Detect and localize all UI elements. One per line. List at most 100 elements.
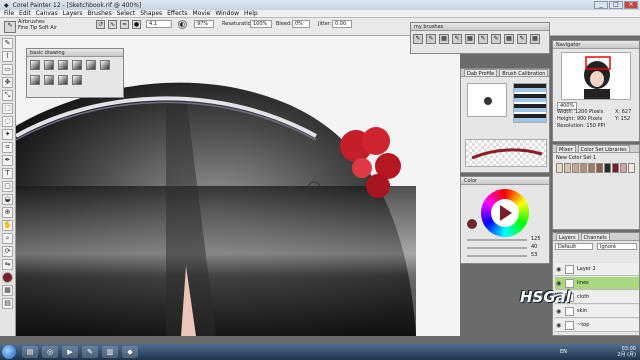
visibility-eye-icon[interactable]: ◉ xyxy=(556,319,561,332)
value-g[interactable]: 40 xyxy=(531,244,537,250)
magic-wand-icon[interactable]: ✦ xyxy=(2,129,13,140)
layer-row-layer-2[interactable]: ◉ Layer 2 xyxy=(555,263,639,276)
my-brush-10[interactable]: ▦ xyxy=(530,34,540,44)
rect-select-icon[interactable]: ⬚ xyxy=(2,103,13,114)
stroke-icon[interactable]: ∿ xyxy=(108,20,117,29)
cloner-icon[interactable]: ⊕ xyxy=(2,207,13,218)
my-brush-7[interactable]: ✎ xyxy=(491,34,501,44)
maximize-button[interactable]: □ xyxy=(609,1,623,9)
my-brush-6[interactable]: ✎ xyxy=(478,34,488,44)
mirror-icon[interactable]: ⇋ xyxy=(2,259,13,270)
menu-shapes[interactable]: Shapes xyxy=(140,10,162,17)
my-brush-9[interactable]: ✎ xyxy=(517,34,527,44)
menu-window[interactable]: Window xyxy=(215,10,239,17)
menu-select[interactable]: Select xyxy=(117,10,136,17)
value-r[interactable]: 125 xyxy=(531,236,541,242)
composite-method-select[interactable]: Default xyxy=(555,243,593,250)
brush-preset-4[interactable] xyxy=(72,60,82,70)
tab-brush-calibration[interactable]: Brush Calibration xyxy=(499,69,549,77)
text-tool-icon[interactable]: T xyxy=(2,168,13,179)
visibility-eye-icon[interactable]: ◉ xyxy=(556,305,561,318)
menu-brushes[interactable]: Brushes xyxy=(88,10,112,17)
my-brush-5[interactable]: ▦ xyxy=(465,34,475,44)
visibility-eye-icon[interactable]: ◉ xyxy=(556,263,561,276)
crop-tool-icon[interactable]: ⌗ xyxy=(2,142,13,153)
start-button[interactable] xyxy=(2,345,16,359)
brush-selector-icon[interactable]: ✎ xyxy=(4,21,16,33)
my-brush-8[interactable]: ▦ xyxy=(504,34,514,44)
bleed-field[interactable]: 0% xyxy=(292,20,310,28)
opacity-field[interactable]: 97% xyxy=(194,20,214,28)
painter-taskbar-icon[interactable]: ✎ xyxy=(82,346,98,358)
app-taskbar-icon[interactable]: ◆ xyxy=(122,346,138,358)
size-icon[interactable]: ● xyxy=(132,20,141,29)
color-swatch[interactable] xyxy=(556,163,563,173)
color-swatch[interactable] xyxy=(588,163,595,173)
menu-movie[interactable]: Movie xyxy=(193,10,211,17)
tab-channels[interactable]: Channels xyxy=(580,233,610,241)
my-brush-2[interactable]: ✎ xyxy=(426,34,436,44)
preserve-select[interactable]: Ignore xyxy=(597,243,637,250)
language-indicator[interactable]: EN xyxy=(560,349,567,355)
browser-taskbar-icon[interactable]: ◎ xyxy=(42,346,58,358)
menu-help[interactable]: Help xyxy=(244,10,258,17)
tab-color-set-libraries[interactable]: Color Set Libraries xyxy=(577,145,630,153)
transform-tool-icon[interactable]: ⤡ xyxy=(2,90,13,101)
color-swatch[interactable] xyxy=(612,163,619,173)
system-clock[interactable]: 03:00 2月 (月) xyxy=(617,346,636,358)
paint-bucket-icon[interactable]: ◒ xyxy=(2,194,13,205)
dropper-tool-icon[interactable]: ⌇ xyxy=(2,51,13,62)
tab-mixer[interactable]: Mixer xyxy=(556,145,576,153)
jitter-field[interactable]: 0.00 xyxy=(332,20,352,28)
color-swatch[interactable] xyxy=(628,163,635,173)
pattern-swatch-icon[interactable]: ▤ xyxy=(2,298,13,309)
brush-preset-6[interactable] xyxy=(100,60,110,70)
brush-preset-3[interactable] xyxy=(58,60,68,70)
grabber-icon[interactable]: ✋ xyxy=(2,220,13,231)
menu-file[interactable]: File xyxy=(4,10,14,17)
opacity-icon[interactable]: ◐ xyxy=(178,20,187,29)
resaturation-field[interactable]: 100% xyxy=(250,20,272,28)
pen-tool-icon[interactable]: ✒ xyxy=(2,155,13,166)
color-swatch[interactable] xyxy=(572,163,579,173)
main-color-swatch[interactable] xyxy=(467,219,477,229)
brush-preset-10[interactable] xyxy=(72,75,82,85)
paper-swatch-icon[interactable]: ▦ xyxy=(2,285,13,296)
brush-tool-icon[interactable]: ✎ xyxy=(2,38,13,49)
stroke-attributes-icon[interactable]: ≈ xyxy=(120,20,129,29)
color-swatch[interactable] xyxy=(564,163,571,173)
media-taskbar-icon[interactable]: ▶ xyxy=(62,346,78,358)
color-swatch[interactable] xyxy=(620,163,627,173)
slider-g[interactable] xyxy=(467,247,527,249)
magnifier-icon[interactable]: ⌕ xyxy=(2,233,13,244)
tab-dab-profile[interactable]: Dab Profile xyxy=(464,69,498,77)
brush-preset-5[interactable] xyxy=(86,60,96,70)
layer-row-top[interactable]: ◉ ~top xyxy=(555,319,639,332)
rotate-page-icon[interactable]: ⟳ xyxy=(2,246,13,257)
brush-preset-7[interactable] xyxy=(30,75,40,85)
brush-preset-9[interactable] xyxy=(58,75,68,85)
size-field[interactable]: 4.1 xyxy=(146,20,172,28)
color-swatch[interactable] xyxy=(604,163,611,173)
brush-preset-8[interactable] xyxy=(44,75,54,85)
brush-preset-2[interactable] xyxy=(44,60,54,70)
eraser-tool-icon[interactable]: ▭ xyxy=(2,64,13,75)
color-wheel[interactable] xyxy=(481,189,529,237)
menu-effects[interactable]: Effects xyxy=(167,10,187,17)
layer-adjuster-icon[interactable]: ✥ xyxy=(2,77,13,88)
color-swatch[interactable] xyxy=(596,163,603,173)
navigator-preview[interactable] xyxy=(561,52,631,100)
minimize-button[interactable]: _ xyxy=(594,1,608,9)
lasso-icon[interactable]: ◌ xyxy=(2,116,13,127)
menu-edit[interactable]: Edit xyxy=(19,10,31,17)
main-color-icon[interactable] xyxy=(2,272,13,283)
slider-b[interactable] xyxy=(467,255,527,257)
color-swatch[interactable] xyxy=(580,163,587,173)
explorer-taskbar-icon[interactable]: ▤ xyxy=(22,346,38,358)
shape-tool-icon[interactable]: ▢ xyxy=(2,181,13,192)
close-button[interactable]: ✕ xyxy=(624,1,638,9)
folder-taskbar-icon[interactable]: ▥ xyxy=(102,346,118,358)
brush-selector[interactable]: Airbrushes Fine Tip Soft Air xyxy=(18,19,57,31)
slider-r[interactable] xyxy=(467,239,527,241)
my-brush-4[interactable]: ✎ xyxy=(452,34,462,44)
